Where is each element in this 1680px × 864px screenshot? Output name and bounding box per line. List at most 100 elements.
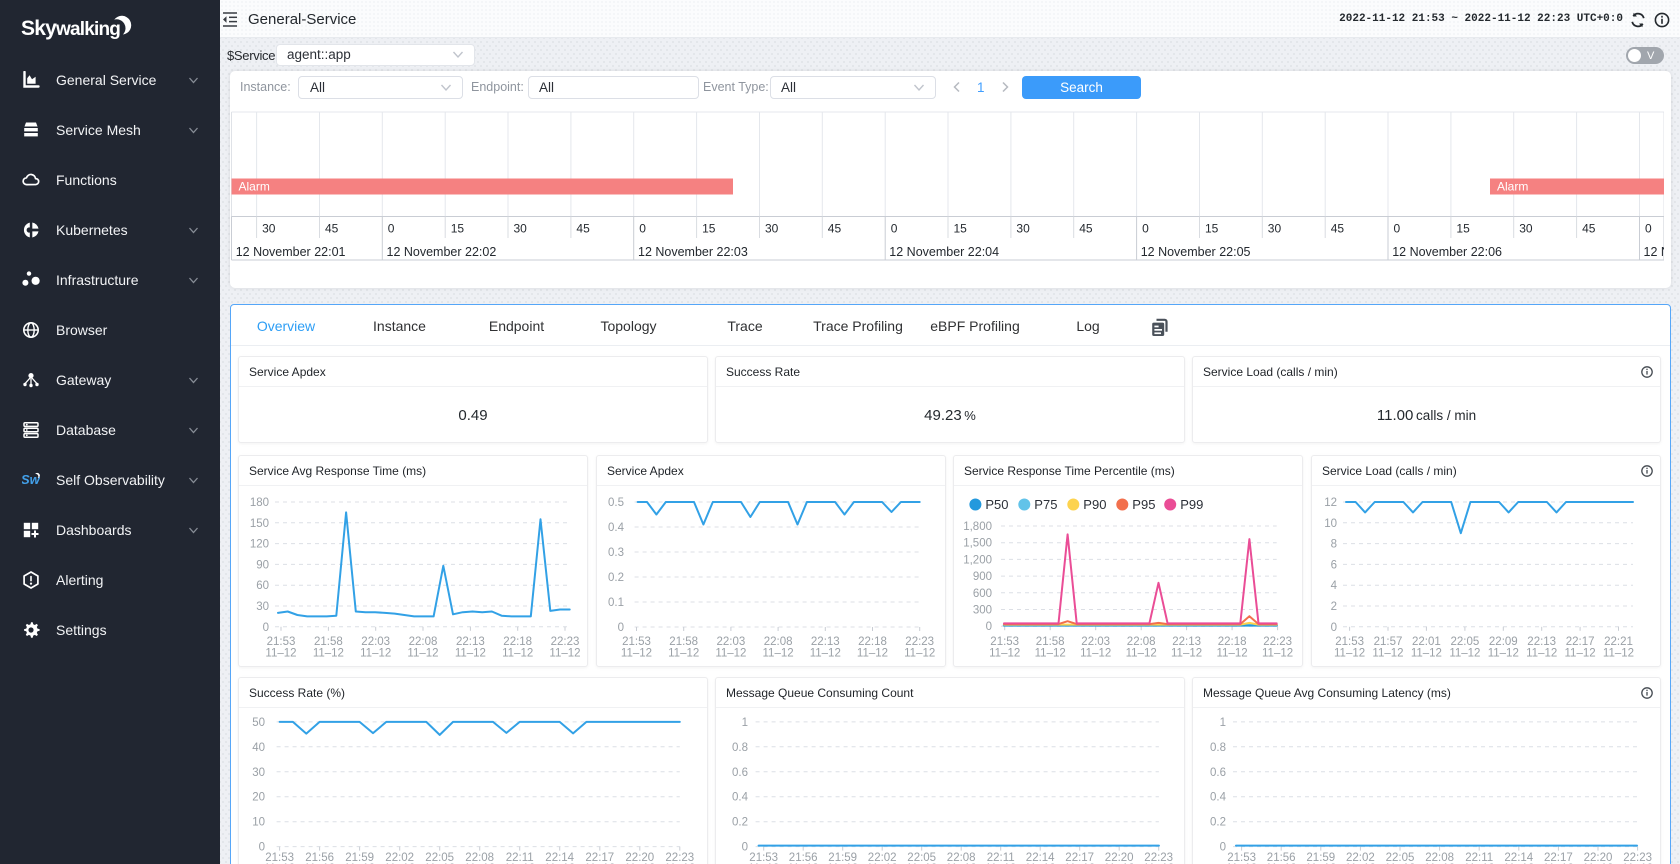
svg-text:22:18: 22:18 xyxy=(1218,636,1247,648)
svg-text:22:08: 22:08 xyxy=(764,636,793,648)
svg-text:60: 60 xyxy=(256,580,269,592)
svg-text:45: 45 xyxy=(1582,222,1596,236)
svg-text:21:53: 21:53 xyxy=(267,636,296,648)
svg-text:P95: P95 xyxy=(1132,497,1155,512)
svg-text:11–12: 11–12 xyxy=(621,648,652,660)
svg-text:P50: P50 xyxy=(985,497,1008,512)
svg-text:21:58: 21:58 xyxy=(1036,636,1065,648)
svg-text:8: 8 xyxy=(1331,539,1337,551)
svg-text:20: 20 xyxy=(252,792,265,804)
svg-text:11–12: 11–12 xyxy=(904,648,935,660)
svg-text:22:08: 22:08 xyxy=(409,636,438,648)
svg-text:30: 30 xyxy=(256,601,269,613)
svg-text:22:13: 22:13 xyxy=(1172,636,1201,648)
svg-text:600: 600 xyxy=(973,588,992,600)
svg-text:12 November 22:04: 12 November 22:04 xyxy=(889,245,999,259)
svg-text:11–12: 11–12 xyxy=(668,648,699,660)
svg-text:22:18: 22:18 xyxy=(503,636,532,648)
svg-text:22:03: 22:03 xyxy=(361,636,390,648)
svg-text:22:13: 22:13 xyxy=(456,636,485,648)
svg-text:11–12: 11–12 xyxy=(1217,648,1248,660)
svg-text:0: 0 xyxy=(1645,222,1652,236)
svg-text:45: 45 xyxy=(325,222,339,236)
svg-text:2: 2 xyxy=(1331,601,1337,613)
svg-text:21:58: 21:58 xyxy=(669,636,698,648)
svg-text:15: 15 xyxy=(702,222,716,236)
svg-text:30: 30 xyxy=(1268,222,1282,236)
svg-text:45: 45 xyxy=(828,222,842,236)
svg-text:11–12: 11–12 xyxy=(1411,648,1442,660)
svg-text:15: 15 xyxy=(1456,222,1470,236)
svg-text:22:17: 22:17 xyxy=(1566,636,1595,648)
svg-text:Alarm: Alarm xyxy=(239,180,270,194)
svg-text:0: 0 xyxy=(1331,622,1337,634)
svg-text:0.6: 0.6 xyxy=(732,767,748,779)
svg-text:P75: P75 xyxy=(1034,497,1057,512)
svg-text:22:09: 22:09 xyxy=(1489,636,1518,648)
svg-text:11–12: 11–12 xyxy=(1488,648,1519,660)
svg-text:11–12: 11–12 xyxy=(1126,648,1157,660)
svg-text:0.2: 0.2 xyxy=(608,572,624,584)
svg-text:21:58: 21:58 xyxy=(314,636,343,648)
svg-text:11–12: 11–12 xyxy=(313,648,344,660)
svg-text:0.3: 0.3 xyxy=(608,547,624,559)
svg-text:30: 30 xyxy=(765,222,779,236)
svg-text:30: 30 xyxy=(1016,222,1030,236)
svg-text:1,500: 1,500 xyxy=(963,538,992,550)
svg-text:0.8: 0.8 xyxy=(1210,742,1226,754)
svg-text:11–12: 11–12 xyxy=(1526,648,1557,660)
svg-text:180: 180 xyxy=(250,497,269,509)
svg-text:0: 0 xyxy=(388,222,395,236)
svg-text:30: 30 xyxy=(514,222,528,236)
svg-text:22:18: 22:18 xyxy=(858,636,887,648)
svg-text:10: 10 xyxy=(252,817,265,829)
svg-text:P99: P99 xyxy=(1180,497,1203,512)
svg-text:21:57: 21:57 xyxy=(1374,636,1403,648)
svg-text:22:21: 22:21 xyxy=(1604,636,1633,648)
svg-text:0.2: 0.2 xyxy=(1210,817,1226,829)
svg-text:11–12: 11–12 xyxy=(1080,648,1111,660)
svg-text:12 November 22:02: 12 November 22:02 xyxy=(387,245,497,259)
svg-text:Alarm: Alarm xyxy=(1497,180,1528,194)
svg-text:11–12: 11–12 xyxy=(1603,648,1634,660)
svg-text:22:23: 22:23 xyxy=(1263,636,1292,648)
svg-text:0.4: 0.4 xyxy=(1210,792,1227,804)
svg-text:11–12: 11–12 xyxy=(1171,648,1202,660)
svg-text:22:03: 22:03 xyxy=(717,636,746,648)
svg-text:1: 1 xyxy=(1220,717,1226,729)
svg-text:11–12: 11–12 xyxy=(407,648,438,660)
svg-text:11–12: 11–12 xyxy=(1334,648,1365,660)
svg-text:40: 40 xyxy=(252,742,265,754)
svg-text:0: 0 xyxy=(1220,842,1226,854)
svg-text:0.2: 0.2 xyxy=(732,817,748,829)
svg-text:11–12: 11–12 xyxy=(1372,648,1403,660)
svg-text:6: 6 xyxy=(1331,559,1337,571)
svg-text:11–12: 11–12 xyxy=(1035,648,1066,660)
svg-text:22:05: 22:05 xyxy=(1451,636,1480,648)
svg-text:11–12: 11–12 xyxy=(549,648,580,660)
svg-text:21:53: 21:53 xyxy=(622,636,651,648)
svg-text:15: 15 xyxy=(451,222,465,236)
svg-text:22:23: 22:23 xyxy=(905,636,934,648)
svg-text:11–12: 11–12 xyxy=(265,648,296,660)
svg-text:50: 50 xyxy=(252,717,265,729)
svg-text:11–12: 11–12 xyxy=(763,648,794,660)
svg-text:12 November 22:06: 12 November 22:06 xyxy=(1392,245,1502,259)
svg-text:30: 30 xyxy=(262,222,276,236)
svg-text:45: 45 xyxy=(1331,222,1345,236)
svg-text:0.1: 0.1 xyxy=(608,597,624,609)
svg-text:0: 0 xyxy=(1142,222,1149,236)
svg-text:22:13: 22:13 xyxy=(811,636,840,648)
svg-text:21:53: 21:53 xyxy=(1335,636,1364,648)
svg-text:12 November 22:03: 12 November 22:03 xyxy=(638,245,748,259)
svg-text:P90: P90 xyxy=(1083,497,1106,512)
svg-text:1,800: 1,800 xyxy=(963,521,992,533)
svg-text:12: 12 xyxy=(1324,497,1337,509)
svg-text:22:08: 22:08 xyxy=(1127,636,1156,648)
svg-text:22:13: 22:13 xyxy=(1527,636,1556,648)
svg-text:22:03: 22:03 xyxy=(1081,636,1110,648)
svg-text:11–12: 11–12 xyxy=(1262,648,1293,660)
svg-text:15: 15 xyxy=(954,222,968,236)
svg-text:0: 0 xyxy=(618,622,624,634)
svg-text:10: 10 xyxy=(1324,518,1337,530)
